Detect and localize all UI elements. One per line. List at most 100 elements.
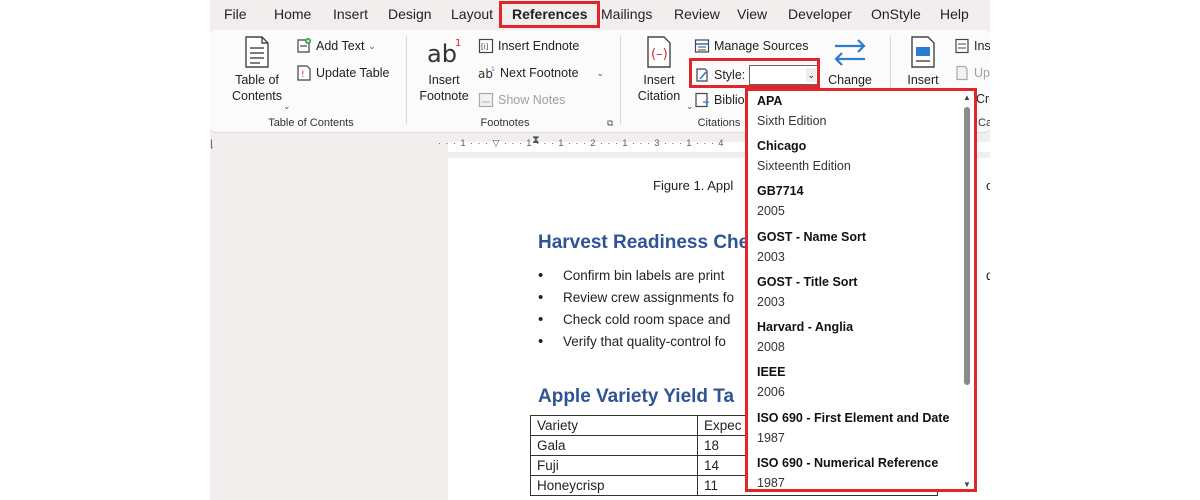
style-option-edition: Sixteenth Edition bbox=[757, 159, 851, 173]
chevron-down-icon: ⌄ bbox=[686, 101, 694, 111]
style-option-gb7714[interactable]: GB7714 2005 bbox=[757, 184, 962, 218]
list-item-text: Confirm bin labels are print bbox=[563, 267, 725, 283]
style-option-gost-title-sort[interactable]: GOST - Title Sort 2003 bbox=[757, 275, 962, 309]
insert-citation-label: Insert Citation bbox=[637, 73, 681, 103]
menu-mailings[interactable]: Mailings bbox=[601, 6, 652, 22]
style-option-harvard-anglia[interactable]: Harvard - Anglia 2008 bbox=[757, 320, 962, 354]
menu-insert[interactable]: Insert bbox=[333, 6, 368, 22]
bullet-icon: • bbox=[538, 266, 544, 284]
table-of-figures-icon bbox=[955, 38, 969, 54]
update-table-button[interactable]: ! Update Table bbox=[296, 65, 389, 81]
change-label: Change bbox=[828, 73, 872, 87]
style-option-name: Chicago bbox=[757, 139, 807, 153]
style-option-iso-690-numerical[interactable]: ISO 690 - Numerical Reference 1987 bbox=[757, 456, 962, 490]
captions-group-label: Ca bbox=[978, 117, 990, 129]
menu-design[interactable]: Design bbox=[388, 6, 432, 22]
table-of-contents-button[interactable]: Table of Contents ⌄ bbox=[220, 36, 294, 111]
style-option-edition: 2003 bbox=[757, 250, 785, 264]
citation-style-dropdown[interactable]: APA Sixth Edition Chicago Sixteenth Edit… bbox=[745, 88, 977, 492]
scroll-down-icon[interactable]: ▼ bbox=[962, 480, 972, 489]
insert-caption-button[interactable]: Insert bbox=[900, 36, 946, 88]
menu-layout[interactable]: Layout bbox=[451, 6, 493, 22]
table-cell[interactable]: Honeycrisp bbox=[530, 475, 698, 496]
list-item-text: Verify that quality-control fo bbox=[563, 333, 726, 349]
scroll-up-icon[interactable]: ▲ bbox=[962, 93, 972, 102]
bibliography-icon bbox=[695, 92, 710, 108]
insert-citation-icon: (–) bbox=[647, 36, 671, 68]
update-table-label: Update Table bbox=[316, 66, 390, 80]
dialog-launcher-icon[interactable]: ⧉ bbox=[607, 118, 613, 129]
menu-home[interactable]: Home bbox=[274, 6, 311, 22]
bullet-icon: • bbox=[538, 288, 544, 306]
style-option-edition: 2003 bbox=[757, 295, 785, 309]
style-highlight-box bbox=[689, 58, 820, 88]
menu-bar: File Home Insert Design Layout Reference… bbox=[210, 0, 990, 28]
change-button[interactable]: Change bbox=[822, 36, 878, 88]
insert-table-of-figures-button[interactable]: Ins bbox=[954, 38, 990, 54]
menu-review[interactable]: Review bbox=[674, 6, 720, 22]
manage-sources-label: Manage Sources bbox=[714, 39, 809, 53]
show-notes-button[interactable]: Show Notes bbox=[478, 92, 565, 108]
footnotes-group-label: Footnotes bbox=[480, 117, 530, 129]
add-text-label: Add Text bbox=[316, 39, 365, 53]
manage-sources-button[interactable]: Manage Sources bbox=[694, 38, 809, 54]
figure-caption-tail: op bbox=[986, 178, 990, 193]
style-option-name: GB7714 bbox=[757, 184, 804, 198]
insert-endnote-icon: [i] bbox=[478, 38, 494, 54]
manage-sources-icon bbox=[694, 39, 710, 53]
bibliography-button[interactable]: Biblio bbox=[694, 92, 745, 108]
update-table-icon: ! bbox=[297, 65, 311, 81]
next-footnote-button[interactable]: ab 1 Next Footnote ⌄ bbox=[478, 65, 604, 81]
style-option-gost-name-sort[interactable]: GOST - Name Sort 2003 bbox=[757, 230, 962, 264]
ribbon-separator bbox=[620, 36, 621, 124]
insert-caption-label: Insert bbox=[907, 73, 939, 87]
indent-marker-icon[interactable]: ⧗ bbox=[532, 134, 540, 147]
insert-endnote-button[interactable]: [i] Insert Endnote bbox=[478, 38, 579, 54]
table-cell[interactable]: Gala bbox=[530, 435, 698, 456]
svg-text:(–): (–) bbox=[651, 47, 668, 62]
heading-apple-variety-yield: Apple Variety Yield Ta bbox=[538, 386, 735, 407]
style-option-name: GOST - Title Sort bbox=[757, 275, 858, 289]
style-option-name: ISO 690 - Numerical Reference bbox=[757, 456, 939, 470]
list-item-text: Check cold room space and bbox=[563, 311, 731, 327]
table-cell[interactable]: Fuji bbox=[530, 455, 698, 476]
style-option-edition: 1987 bbox=[757, 476, 785, 490]
insert-footnote-icon: ab 1 bbox=[427, 38, 461, 68]
add-text-button[interactable]: Add Text ⌄ bbox=[296, 38, 376, 54]
table-cell[interactable]: Variety bbox=[530, 415, 698, 436]
style-option-name: ISO 690 - First Element and Date bbox=[757, 411, 950, 425]
table-of-contents-icon bbox=[245, 36, 269, 68]
style-option-edition: 2006 bbox=[757, 385, 785, 399]
menu-file[interactable]: File bbox=[224, 6, 247, 22]
dropdown-scrollbar[interactable]: ▲ ▼ bbox=[962, 93, 972, 489]
citations-group-label: Citations bbox=[697, 117, 741, 129]
insert-citation-button[interactable]: (–) Insert Citation ⌄ bbox=[628, 36, 694, 111]
style-option-name: Harvard - Anglia bbox=[757, 320, 854, 334]
insert-endnote-label: Insert Endnote bbox=[498, 39, 580, 53]
insert-footnote-button[interactable]: ab 1 Insert Footnote bbox=[414, 36, 474, 104]
update-table-of-figures-button[interactable]: Up bbox=[954, 65, 990, 81]
table-of-contents-label: Table of Contents bbox=[231, 73, 283, 103]
menu-developer[interactable]: Developer bbox=[788, 6, 852, 22]
scrollbar-thumb[interactable] bbox=[964, 107, 970, 385]
add-text-icon bbox=[297, 38, 311, 53]
tab-selector-icon[interactable]: ⌊ bbox=[210, 139, 214, 150]
bullet-icon: • bbox=[538, 310, 544, 328]
style-option-chicago[interactable]: Chicago Sixteenth Edition bbox=[757, 139, 962, 173]
menu-view[interactable]: View bbox=[737, 6, 767, 22]
figure-caption: Figure 1. Appl bbox=[653, 178, 734, 193]
style-option-ieee[interactable]: IEEE 2006 bbox=[757, 365, 962, 399]
style-option-iso-690-first-element[interactable]: ISO 690 - First Element and Date 1987 bbox=[757, 411, 962, 445]
update-table-of-figures-icon bbox=[956, 65, 968, 81]
style-option-apa[interactable]: APA Sixth Edition bbox=[757, 94, 962, 128]
next-footnote-icon: ab 1 bbox=[478, 66, 495, 81]
svg-text:[i]: [i] bbox=[481, 43, 489, 51]
chevron-down-icon[interactable]: ⌄ bbox=[597, 68, 605, 79]
list-item-text: Review crew assignments fo bbox=[563, 289, 735, 305]
cross-reference-button[interactable]: Cro bbox=[976, 92, 990, 106]
menu-help[interactable]: Help bbox=[940, 6, 969, 22]
style-option-name: IEEE bbox=[757, 365, 786, 379]
menu-onstyle[interactable]: OnStyle bbox=[871, 6, 921, 22]
svg-text:ab: ab bbox=[427, 40, 457, 68]
style-option-edition: Sixth Edition bbox=[757, 114, 827, 128]
